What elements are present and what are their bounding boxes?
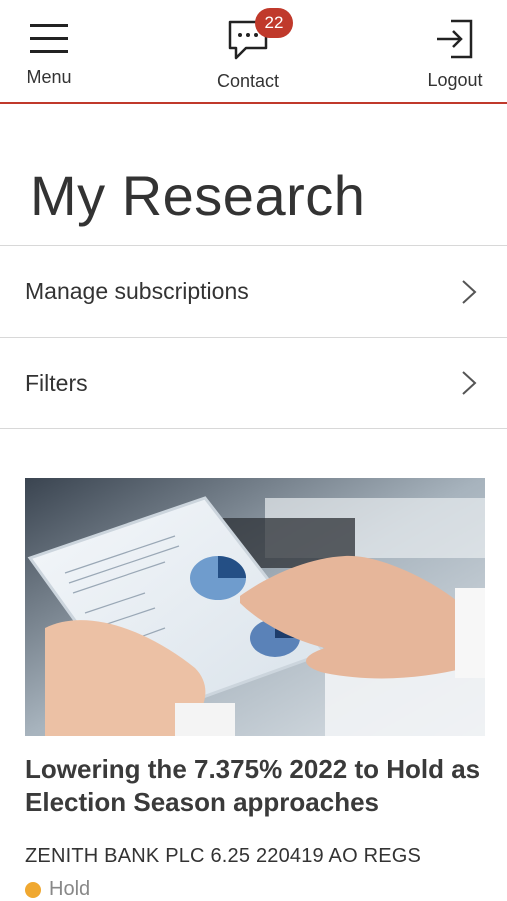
logout-button[interactable]: Logout [420,0,490,91]
issuer-name: ZENITH BANK PLC 6.25 220419 AO REGS [25,845,422,867]
rating-label: Hold [49,878,91,900]
row-label: Filters [25,369,88,396]
rating-indicator: Hold [25,878,485,901]
manage-subscriptions-row[interactable]: Manage subscriptions [0,245,507,337]
notification-badge: 22 [255,8,293,38]
hamburger-menu-icon [30,24,68,53]
logout-label: Logout [427,70,483,90]
filters-row[interactable]: Filters [0,337,507,429]
rating-dot-icon [25,881,41,898]
research-thumbnail-image[interactable] [25,478,485,736]
logout-icon [437,19,473,59]
menu-button[interactable]: Menu [22,0,76,88]
contact-button[interactable]: 22 Contact [205,0,293,92]
chevron-right-icon [462,279,477,304]
row-label: Manage subscriptions [25,278,249,304]
settings-list: Manage subscriptions Filters [0,245,507,429]
top-nav-bar: Menu 22 Contact Logout [0,0,507,104]
chevron-right-icon [462,371,477,395]
research-card[interactable]: Lowering the 7.375% 2022 to Hold as Elec… [25,478,485,901]
research-title-link[interactable]: Lowering the 7.375% 2022 to Hold as Elec… [25,753,485,819]
page-title: My Research [30,164,366,227]
contact-label: Contact [216,71,280,91]
menu-label: Menu [26,67,72,87]
